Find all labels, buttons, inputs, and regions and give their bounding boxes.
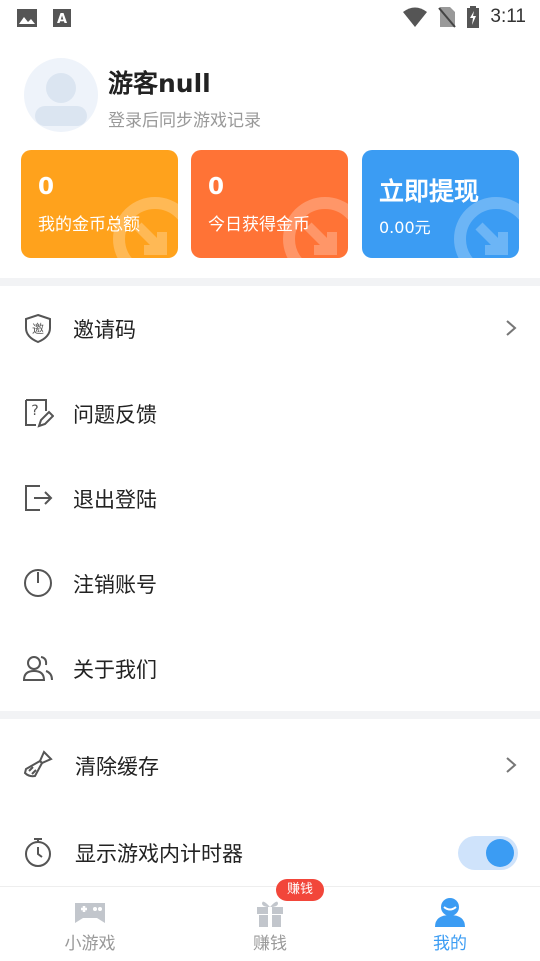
- withdraw-card[interactable]: 立即提现 0.00元: [362, 150, 519, 258]
- nav-label: 我的: [433, 934, 467, 954]
- earn-badge: 赚钱: [276, 879, 324, 901]
- nav-item-earn[interactable]: 赚钱: [180, 887, 360, 961]
- chevron-right-icon: [506, 757, 517, 773]
- gallery-notification-icon: [17, 9, 37, 27]
- username: 游客null: [108, 69, 211, 98]
- users-icon: [22, 656, 53, 681]
- logout-icon: [25, 485, 53, 511]
- avatar[interactable]: [24, 58, 98, 132]
- menu-item-about[interactable]: 关于我们: [0, 626, 540, 710]
- menu-item-delete-account[interactable]: 注销账号: [0, 541, 540, 625]
- feedback-icon: ?: [25, 399, 54, 428]
- menu-item-clear-cache[interactable]: 清除缓存: [0, 723, 540, 807]
- stopwatch-icon: [25, 838, 51, 867]
- default-avatar-icon: [35, 73, 87, 126]
- coins-total-card[interactable]: 0 我的金币总额: [21, 150, 178, 258]
- profile-header[interactable]: 游客null 登录后同步游戏记录: [24, 58, 504, 134]
- menu-item-logout[interactable]: 退出登陆: [0, 456, 540, 540]
- coin-cards: 0 我的金币总额 0 今日获得金币 立即提现 0.00元: [20, 150, 520, 258]
- today-coins-value: 0: [208, 174, 225, 200]
- status-bar: A 3:11: [0, 0, 540, 36]
- timer-toggle[interactable]: [458, 836, 518, 870]
- menu-item-invite-code[interactable]: 邀 邀请码: [0, 286, 540, 370]
- nav-label: 赚钱: [253, 934, 287, 954]
- nav-label: 小游戏: [64, 934, 116, 954]
- menu-label: 注销账号: [73, 573, 157, 597]
- nav-item-mine[interactable]: 我的: [360, 887, 540, 961]
- arrow-circle-icon: [454, 197, 519, 258]
- coins-total-value: 0: [38, 174, 55, 200]
- menu-item-show-timer: 显示游戏内计时器: [0, 810, 540, 894]
- gamepad-icon: [75, 903, 105, 923]
- today-coins-card[interactable]: 0 今日获得金币: [191, 150, 348, 258]
- svg-text:A: A: [57, 12, 67, 27]
- battery-charging-icon: [467, 6, 480, 28]
- profile-icon: [435, 898, 465, 927]
- status-time: 3:11: [490, 6, 526, 27]
- chevron-right-icon: [506, 320, 517, 336]
- arrow-circle-icon: [113, 197, 178, 258]
- menu-item-feedback[interactable]: ? 问题反馈: [0, 371, 540, 455]
- wifi-icon: [403, 7, 428, 27]
- section-divider: [0, 711, 540, 719]
- withdraw-amount: 0.00元: [379, 218, 431, 237]
- menu-label: 退出登陆: [73, 488, 157, 512]
- arrow-circle-icon: [283, 197, 348, 258]
- no-sim-icon: [438, 7, 457, 28]
- toggle-knob: [486, 839, 514, 867]
- menu-label: 显示游戏内计时器: [75, 842, 243, 866]
- power-icon: [24, 569, 52, 597]
- section-divider: [0, 278, 540, 286]
- bottom-nav: 小游戏 赚钱 我的: [0, 886, 540, 961]
- menu-label: 邀请码: [73, 318, 136, 342]
- invite-shield-icon: 邀: [25, 313, 51, 344]
- svg-text:邀: 邀: [32, 321, 44, 336]
- nav-item-mini-games[interactable]: 小游戏: [0, 887, 180, 961]
- login-hint: 登录后同步游戏记录: [108, 111, 261, 131]
- brush-icon: [23, 750, 53, 778]
- svg-text:?: ?: [31, 403, 38, 419]
- text-notification-icon: A: [53, 9, 71, 27]
- menu-label: 问题反馈: [73, 403, 157, 427]
- menu-label: 清除缓存: [75, 755, 159, 779]
- menu-label: 关于我们: [73, 658, 157, 682]
